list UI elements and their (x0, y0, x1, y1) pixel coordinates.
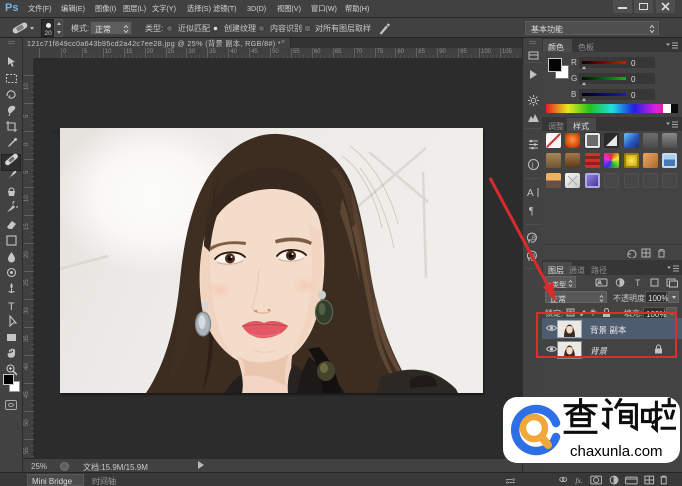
svg-text:fx.: fx. (575, 476, 583, 485)
svg-text:i: i (531, 161, 534, 170)
svg-text:T: T (8, 301, 15, 312)
svg-text:T: T (635, 278, 641, 288)
